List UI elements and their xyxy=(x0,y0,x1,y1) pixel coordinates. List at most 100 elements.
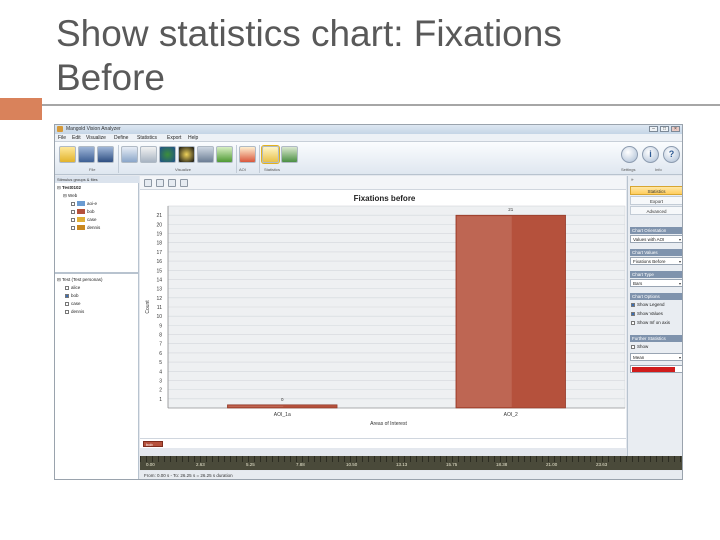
participant-item[interactable]: bob xyxy=(65,293,79,298)
area-chart-icon[interactable] xyxy=(281,146,298,163)
show-info-axis-checkbox[interactable] xyxy=(631,320,635,325)
chart-legend: bob xyxy=(140,438,626,448)
y-tick-label: 16 xyxy=(156,259,162,265)
maximize-button[interactable]: □ xyxy=(660,126,669,132)
chart-orientation-select[interactable]: Values with AOI xyxy=(630,235,682,243)
y-tick-label: 10 xyxy=(156,314,162,320)
y-tick-label: 9 xyxy=(159,323,162,329)
participant-item[interactable]: alice xyxy=(65,285,80,290)
timeline-label: 7.88 xyxy=(296,462,305,467)
y-tick-label: 3 xyxy=(159,378,162,384)
show-further-checkbox[interactable] xyxy=(631,344,635,349)
heatmap-icon[interactable] xyxy=(178,146,195,163)
chart-toolbar xyxy=(140,176,626,190)
participant-checkbox[interactable] xyxy=(65,309,69,314)
menu-statistics[interactable]: Statistics xyxy=(137,135,157,141)
section-further-statistics: Further Statistics xyxy=(630,335,682,342)
tree-checkbox[interactable] xyxy=(71,201,75,206)
bar-highlight xyxy=(228,405,284,407)
y-tick-label: 6 xyxy=(159,351,162,357)
app-screenshot: Mangold Vision Analyzer – □ × File Edit … xyxy=(54,124,683,480)
tree-folder-web[interactable]: ⊟ Web xyxy=(63,193,77,199)
option-show-legend[interactable]: Show Legend xyxy=(631,302,665,307)
panel-splitter[interactable] xyxy=(55,272,139,274)
save-icon[interactable] xyxy=(78,146,95,163)
tab-export[interactable]: Export xyxy=(630,196,682,205)
option-show-values[interactable]: Show Values xyxy=(631,311,663,316)
participant-item[interactable]: dennis xyxy=(65,309,84,314)
ribbon-group-info: Info xyxy=(655,167,662,172)
pointer-icon[interactable] xyxy=(144,179,152,187)
participant-item[interactable]: case xyxy=(65,301,81,306)
bar-highlight xyxy=(456,216,512,407)
timeline-label: 15.75 xyxy=(446,462,458,467)
tree-item-label: bob xyxy=(87,209,95,214)
color-swatch xyxy=(77,225,85,231)
ribbon-separator xyxy=(118,145,119,173)
save-as-icon[interactable] xyxy=(97,146,114,163)
legend-item-bob[interactable]: bob xyxy=(143,441,163,447)
tree-checkbox[interactable] xyxy=(71,209,75,214)
show-further-label: Show xyxy=(637,344,649,349)
further-statistics-select[interactable]: Mean xyxy=(630,353,682,361)
menu-export[interactable]: Export xyxy=(167,135,181,141)
y-tick-label: 15 xyxy=(156,268,162,274)
participant-checkbox-checked[interactable] xyxy=(65,293,69,298)
help-icon[interactable]: ? xyxy=(663,146,680,163)
timeline-bar[interactable]: 0.00 2.63 5.25 7.88 10.50 13.13 15.75 18… xyxy=(140,456,682,470)
show-legend-checkbox[interactable] xyxy=(631,302,635,307)
tab-statistics[interactable]: Statistics xyxy=(630,186,682,195)
print-icon[interactable] xyxy=(180,179,188,187)
grid-view-icon[interactable] xyxy=(140,146,157,163)
aoi-define-icon[interactable] xyxy=(239,146,256,163)
option-show-info-axis[interactable]: Show Inf on axis xyxy=(631,320,670,325)
menu-file[interactable]: File xyxy=(58,135,66,141)
tree-checkbox[interactable] xyxy=(71,217,75,222)
y-tick-label: 8 xyxy=(159,333,162,339)
menu-help[interactable]: Help xyxy=(188,135,198,141)
tree-item[interactable]: bob xyxy=(71,209,95,215)
participant-label: case xyxy=(71,301,81,306)
copy-icon[interactable] xyxy=(168,179,176,187)
show-values-checkbox[interactable] xyxy=(631,311,635,316)
participant-checkbox[interactable] xyxy=(65,285,69,290)
bar-color-picker[interactable] xyxy=(630,365,682,373)
tree-root[interactable]: ⊟ Test0102 xyxy=(57,185,81,191)
tree-item[interactable]: aoi-e xyxy=(71,201,97,207)
gaze-plot-icon[interactable] xyxy=(159,146,176,163)
option-show-further[interactable]: Show xyxy=(631,344,648,349)
menu-define[interactable]: Define xyxy=(114,135,128,141)
show-legend-label: Show Legend xyxy=(637,302,665,307)
bar-chart-icon[interactable] xyxy=(262,146,279,163)
ribbon-toolbar: File Visualize AOI Statistics i ? Settin… xyxy=(55,142,682,175)
open-folder-icon[interactable] xyxy=(59,146,76,163)
close-button[interactable]: × xyxy=(671,126,680,132)
settings-gear-icon[interactable] xyxy=(621,146,638,163)
tree-checkbox[interactable] xyxy=(71,225,75,230)
y-tick-label: 4 xyxy=(159,369,162,375)
chart-type-select[interactable]: Bars xyxy=(630,279,682,287)
participant-checkbox[interactable] xyxy=(65,301,69,306)
panel-collapse-icon[interactable]: » xyxy=(631,177,634,182)
y-tick-label: 2 xyxy=(159,388,162,394)
y-tick-label: 7 xyxy=(159,342,162,348)
participants-root[interactable]: ⊟ Test (Test personas) xyxy=(57,277,102,283)
image-view-icon[interactable] xyxy=(121,146,138,163)
focus-map-icon[interactable] xyxy=(197,146,214,163)
minimize-button[interactable]: – xyxy=(649,126,658,132)
timeline-label: 18.38 xyxy=(496,462,508,467)
refresh-icon[interactable] xyxy=(156,179,164,187)
tree-item[interactable]: case xyxy=(71,217,97,223)
ribbon-group-statistics: Statistics xyxy=(264,167,281,172)
menu-edit[interactable]: Edit xyxy=(72,135,81,141)
bee-swarm-icon[interactable] xyxy=(216,146,233,163)
color-swatch xyxy=(77,209,85,215)
menu-visualize[interactable]: Visualize xyxy=(86,135,106,141)
chart-values-select[interactable]: Fixations Before xyxy=(630,257,682,265)
tab-advanced[interactable]: Advanced xyxy=(630,206,682,215)
info-icon[interactable]: i xyxy=(642,146,659,163)
ribbon-group-visualize: Visualize xyxy=(175,167,191,172)
x-axis-label: Areas of Interest xyxy=(370,421,407,427)
tree-item[interactable]: dennis xyxy=(71,225,100,231)
show-info-axis-label: Show Inf on axis xyxy=(637,320,671,325)
